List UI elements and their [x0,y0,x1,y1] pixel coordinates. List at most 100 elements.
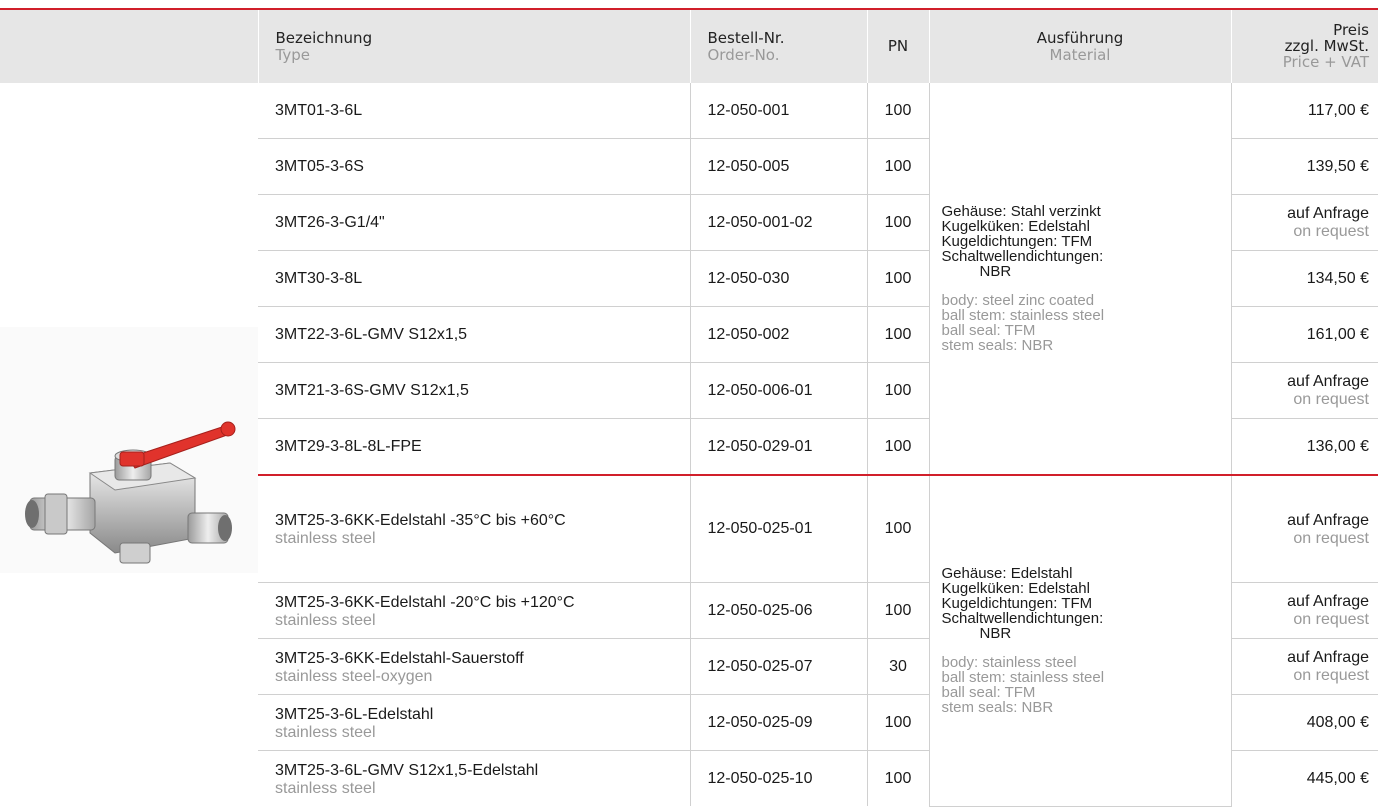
header-order-en: Order-No. [707,45,780,64]
header-price-de-2: zzgl. MwSt. [1284,37,1369,55]
pn-cell: 100 [867,694,930,751]
type-label: 3MT25-3-6L-Edelstahl [275,705,434,723]
pn-cell: 100 [867,474,930,583]
table-header-row: Bezeichnung Type Bestell-Nr. Order-No. P… [0,10,1378,83]
price-cell: 161,00 € [1231,306,1378,363]
price-value: auf Anfrage [1287,205,1369,222]
type-sublabel: stainless steel-oxygen [275,667,433,685]
material-en: body: steel zinc coated ball stem: stainl… [942,293,1219,353]
pn-cell: 100 [867,362,930,419]
three-way-ball-valve-icon [25,421,236,564]
product-image [0,83,258,806]
order-number-cell: 12-050-001-02 [690,194,868,251]
price-cell: 117,00 € [1231,83,1378,139]
material-de-line: Gehäuse: Stahl verzinkt [941,203,1101,220]
type-cell: 3MT05-3-6S [258,138,691,195]
type-label: 3MT29-3-8L-8L-FPE [275,438,422,455]
type-cell: 3MT30-3-8L [258,250,691,307]
table-row: 3MT01-3-6L 12-050-001 100 Gehäuse: Stahl ve… [0,83,1378,806]
header-image-cell [0,10,259,83]
pn-cell: 100 [867,750,930,806]
price-cell: auf Anfrage on request [1231,362,1378,419]
material-de-line: Schaltwellendichtungen: [941,248,1104,265]
price-subvalue: on request [1293,223,1369,240]
type-cell: 3MT22-3-6L-GMV S12x1,5 [258,306,691,363]
price-value: 408,00 € [1306,713,1369,731]
type-cell: 3MT25-3-6KK-Edelstahl-Sauerstoff stainles… [258,638,691,695]
price-value: auf Anfrage [1287,511,1369,529]
type-label: 3MT25-3-6KK-Edelstahl -35°C bis +60°C [275,512,566,529]
header-material: Ausführung Material [929,10,1232,83]
material-de-line: Kugeldichtungen: TFM [941,595,1093,613]
price-subvalue: on request [1293,667,1369,684]
order-number-cell: 12-050-025-06 [690,582,868,639]
price-subvalue: on request [1293,611,1369,628]
type-sublabel: stainless steel [275,779,376,797]
type-cell: 3MT26-3-G1/4" [258,194,691,251]
material-en: body: stainless steel ball stem: stainles… [942,655,1219,715]
price-value: 139,50 € [1306,157,1369,175]
price-value: 134,50 € [1306,269,1369,287]
material-de-line: NBR [979,263,1012,280]
header-type-de: Bezeichnung [275,28,373,47]
order-number-cell: 12-050-025-07 [690,638,868,695]
pn-cell: 100 [867,250,930,307]
pn-cell: 100 [867,306,930,363]
type-label: 3MT26-3-G1/4" [275,214,385,231]
material-cell: Gehäuse: Stahl verzinkt Kugelküken: Edels… [929,83,1232,476]
material-en-line: ball seal: TFM [941,322,1036,339]
type-sublabel: stainless steel [275,723,376,741]
price-subvalue: on request [1293,529,1369,547]
order-number-cell: 12-050-005 [690,138,868,195]
material-en-line: ball stem: stainless steel [941,669,1105,687]
header-price-de-1: Preis [1333,21,1369,39]
pn-cell: 100 [867,418,930,476]
header-pn-label: PN [887,37,909,55]
material-cell: Gehäuse: Edelstahl Kugelküken: Edelstahl K… [929,474,1232,807]
type-label: 3MT25-3-6KK-Edelstahl-Sauerstoff [275,649,524,667]
order-number-cell: 12-050-025-01 [690,474,868,583]
type-cell: 3MT25-3-6KK-Edelstahl -20°C bis +120°C st… [258,582,691,639]
material-en-line: body: steel zinc coated [941,292,1095,309]
price-value: 161,00 € [1306,325,1369,343]
type-label: 3MT21-3-6S-GMV S12x1,5 [275,382,469,399]
type-cell: 3MT25-3-6KK-Edelstahl -35°C bis +60°C sta… [258,474,691,583]
type-label: 3MT22-3-6L-GMV S12x1,5 [275,326,468,343]
material-de-line: Kugeldichtungen: TFM [941,233,1093,250]
price-cell: 445,00 € [1231,751,1378,807]
header-material-en: Material [1049,45,1111,64]
material-de: Gehäuse: Stahl verzinkt Kugelküken: Edels… [942,204,1219,279]
material-de-line: Kugelküken: Edelstahl [941,218,1090,235]
pn-cell: 100 [867,582,930,639]
material-en-line: ball stem: stainless steel [941,307,1105,324]
price-cell: 136,00 € [1231,418,1378,476]
price-cell: auf Anfrage on request [1231,638,1378,695]
price-cell: 139,50 € [1231,138,1378,195]
type-sublabel: stainless steel [275,611,376,629]
type-sublabel: stainless steel [275,530,376,547]
pn-cell: 30 [867,638,930,695]
price-cell: auf Anfrage on request [1231,582,1378,639]
type-label: 3MT25-3-6KK-Edelstahl -20°C bis +120°C [275,593,575,611]
type-label: 3MT30-3-8L [275,270,363,287]
header-type: Bezeichnung Type [258,10,691,83]
type-cell: 3MT21-3-6S-GMV S12x1,5 [258,362,691,419]
header-pn: PN [867,10,930,83]
order-number-cell: 12-050-025-09 [690,694,868,751]
pn-cell: 100 [867,138,930,195]
header-order-de: Bestell-Nr. [707,28,785,47]
material-en-line: stem seals: NBR [941,699,1054,717]
product-image-cell [0,83,258,806]
price-value: 117,00 € [1307,101,1369,119]
price-value: auf Anfrage [1287,593,1369,610]
price-value: 136,00 € [1306,437,1369,455]
header-price-en: Price + VAT [1282,53,1369,71]
type-cell: 3MT01-3-6L [258,83,691,139]
product-table: Bezeichnung Type Bestell-Nr. Order-No. P… [0,10,1378,807]
price-value: auf Anfrage [1287,373,1369,390]
material-de-line: Gehäuse: Edelstahl [941,565,1073,583]
pn-cell: 100 [867,194,930,251]
material-de-line: Schaltwellendichtungen: [941,610,1104,628]
header-price: Preis zzgl. MwSt. Price + VAT [1231,10,1378,83]
header-order: Bestell-Nr. Order-No. [690,10,868,83]
